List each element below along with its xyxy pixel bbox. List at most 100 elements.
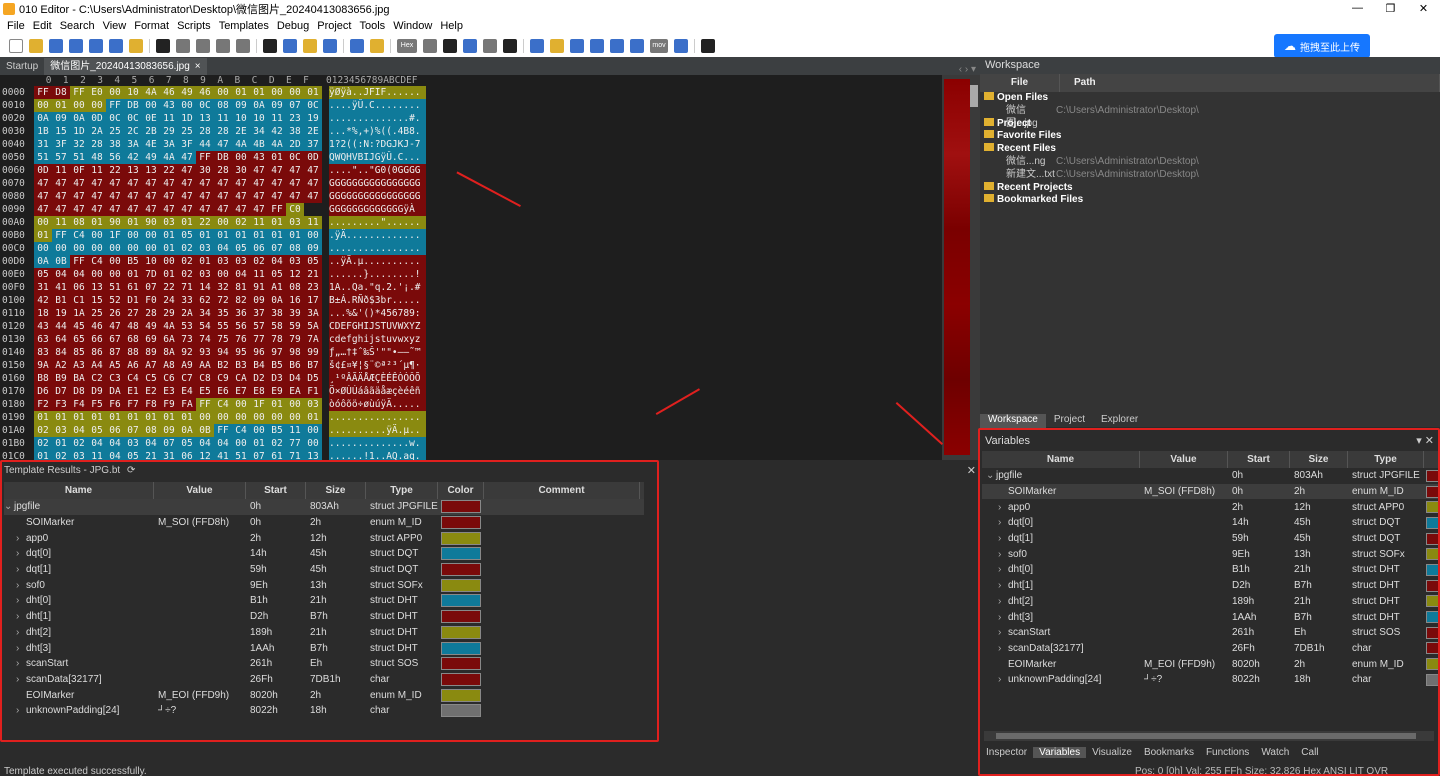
hex-byte[interactable]: 0D	[34, 164, 52, 177]
expand-icon[interactable]: ›	[998, 643, 1008, 654]
hex-byte[interactable]: 33	[178, 294, 196, 307]
hex-ascii[interactable]: ......}........!	[329, 268, 426, 281]
color-swatch[interactable]	[441, 610, 481, 624]
expand-icon[interactable]: ›	[16, 658, 26, 669]
hex-byte[interactable]: 81	[232, 281, 250, 294]
hex-bytes[interactable]: 83 84 85 86 87 88 89 8A 92 93 94 95 96 97 98 99	[34, 346, 326, 359]
hex-byte[interactable]: 4A	[142, 86, 160, 99]
hex-byte[interactable]: 43	[250, 151, 268, 164]
color-swatch[interactable]	[1426, 516, 1440, 529]
hex-byte[interactable]: 25	[106, 125, 124, 138]
hex-byte[interactable]: D2	[250, 372, 268, 385]
hex-row[interactable]: 0030 1B 15 1D 2A 25 2C 2B 29 25 28 28 2E 34 42 38 2E ...*…	[0, 125, 942, 138]
table-row[interactable]: › dht[1] D2h B7h struct DHT	[982, 578, 1440, 594]
replace-icon[interactable]	[283, 39, 297, 53]
hex-bytes[interactable]: 01 FF C4 00 1F 00 00 01 05 01 01 01 01 01 01 00	[34, 229, 326, 242]
project-folder[interactable]: Project	[980, 117, 1440, 131]
hex-row[interactable]: 00D0 0A 0B FF C4 00 B5 10 00 02 01 03 03 02 04 03 05 ..ÿÄ…	[0, 255, 942, 268]
table-row[interactable]: › dht[1] D2h B7h struct DHT	[4, 609, 644, 625]
tab-file[interactable]: 微信图片_20240413083656.jpg ×	[44, 58, 207, 75]
hex-byte[interactable]: 00	[214, 86, 232, 99]
hex-ascii[interactable]: QWQHVBIJGÿÛ.C...	[329, 151, 426, 164]
hex-byte[interactable]: 47	[142, 203, 160, 216]
color-swatch[interactable]	[1426, 595, 1440, 608]
expand-icon[interactable]: ›	[16, 580, 26, 591]
hex-byte[interactable]: 96	[250, 346, 268, 359]
hex-byte[interactable]: 4B	[250, 138, 268, 151]
hex-byte[interactable]: 47	[250, 177, 268, 190]
table-row[interactable]: › dqt[1] 59h 45h struct DQT	[982, 531, 1440, 547]
color-swatch[interactable]	[441, 547, 481, 561]
hex-byte[interactable]: 47	[106, 177, 124, 190]
menu-file[interactable]: File	[3, 20, 29, 32]
hex-byte[interactable]: 00	[106, 86, 124, 99]
hex-byte[interactable]: EA	[286, 385, 304, 398]
hex-byte[interactable]: 2C	[124, 125, 142, 138]
hex-ascii[interactable]: ..............w.	[329, 437, 426, 450]
hex-byte[interactable]: 01	[196, 255, 214, 268]
hex-ascii[interactable]: ......!1..AQ.aq.	[329, 450, 426, 460]
hex-byte[interactable]: 13	[304, 450, 322, 460]
paste-icon[interactable]	[196, 39, 210, 53]
table-row[interactable]: › dqt[0] 14h 45h struct DQT	[982, 515, 1440, 531]
hex-byte[interactable]: 4E	[142, 138, 160, 151]
menu-project[interactable]: Project	[313, 20, 355, 32]
hex-byte[interactable]: 03	[196, 242, 214, 255]
color-swatch[interactable]	[1426, 673, 1440, 686]
hex-byte[interactable]: 25	[178, 125, 196, 138]
hex-byte[interactable]: 00	[304, 424, 322, 437]
hex-byte[interactable]: C6	[160, 372, 178, 385]
table-row[interactable]: › dqt[1] 59h 45h struct DQT	[4, 562, 644, 578]
hex-byte[interactable]: 01	[232, 86, 250, 99]
hex-row[interactable]: 00A0 00 11 08 01 90 01 90 03 01 22 00 02 11 01 03 11....…	[0, 216, 942, 229]
hex-byte[interactable]: 35	[214, 307, 232, 320]
hex-ascii[interactable]: ....".."G0(0GGGG	[329, 164, 426, 177]
hex-byte[interactable]: 47	[214, 177, 232, 190]
expand-icon[interactable]: ›	[16, 627, 26, 638]
columns-icon[interactable]	[463, 39, 477, 53]
hex-byte[interactable]: 4A	[232, 138, 250, 151]
hex-byte[interactable]: E3	[160, 385, 178, 398]
col-color[interactable]: Color	[438, 482, 484, 499]
hex-byte[interactable]: 01	[52, 437, 70, 450]
hex-byte[interactable]: 01	[268, 229, 286, 242]
hex-byte[interactable]: 03	[286, 216, 304, 229]
hex-byte[interactable]: 75	[214, 333, 232, 346]
hex-row[interactable]: 0130 63 64 65 66 67 68 69 6A 73 74 75 76 77 78 79 7A cdef…	[0, 333, 942, 346]
hex-row[interactable]: 00B0 01 FF C4 00 1F 00 00 01 05 01 01 01 01 01 01 00 .ÿÄ.…	[0, 229, 942, 242]
hex-byte[interactable]: 47	[160, 203, 178, 216]
hex-byte[interactable]: 32	[70, 138, 88, 151]
hex-byte[interactable]: 2A	[178, 307, 196, 320]
minimize-button[interactable]: —	[1341, 2, 1374, 15]
hex-byte[interactable]: 01	[160, 268, 178, 281]
hex-byte[interactable]: 47	[214, 203, 232, 216]
hex-byte[interactable]: 01	[160, 229, 178, 242]
hex-ascii[interactable]: GGGGGGGGGGGGGGGG	[329, 177, 426, 190]
hex-ascii[interactable]: .ÿÄ.............	[329, 229, 426, 242]
hex-byte[interactable]: 31	[34, 138, 52, 151]
panel-close-icon[interactable]: ✕	[967, 464, 976, 477]
hex-byte[interactable]: 15	[88, 294, 106, 307]
hex-byte[interactable]: 37	[304, 138, 322, 151]
hex-byte[interactable]: 47	[178, 190, 196, 203]
col-start[interactable]: Start	[246, 482, 306, 499]
hex-byte[interactable]: 28	[214, 164, 232, 177]
open-folder-icon[interactable]	[29, 39, 43, 53]
hex-byte[interactable]: 3A	[160, 138, 178, 151]
hex-byte[interactable]: 9A	[34, 359, 52, 372]
hex-row[interactable]: 00C0 00 00 00 00 00 00 00 01 02 03 04 05 06 07 08 09....…	[0, 242, 942, 255]
hex-bytes[interactable]: 42 B1 C1 15 52 D1 F0 24 33 62 72 82 09 0A 16 17	[34, 294, 326, 307]
expand-icon[interactable]: ›	[16, 674, 26, 685]
hex-byte[interactable]: 01	[232, 229, 250, 242]
goto-icon[interactable]	[323, 39, 337, 53]
hex-byte[interactable]: 01	[34, 229, 52, 242]
hex-bytes[interactable]: 00 01 00 00 FF DB 00 43 00 0C 08 09 0A 09 07 0C	[34, 99, 326, 112]
expand-icon[interactable]: ›	[16, 564, 26, 575]
hex-bytes[interactable]: 31 41 06 13 51 61 07 22 71 14 32 81 91 A1 08 23	[34, 281, 326, 294]
hex-row[interactable]: 0050 51 57 51 48 56 42 49 4A 47 FF DB 00 43 01 0C 0D QWQH…	[0, 151, 942, 164]
color-swatch[interactable]	[441, 625, 481, 639]
hex-byte[interactable]: 09	[268, 99, 286, 112]
color-swatch[interactable]	[1426, 532, 1440, 545]
hex-row[interactable]: 0090 47 47 47 47 47 47 47 47 47 47 47 47 47 FF C0 GGGGGG…	[0, 203, 942, 216]
hex-byte[interactable]: DB	[214, 151, 232, 164]
